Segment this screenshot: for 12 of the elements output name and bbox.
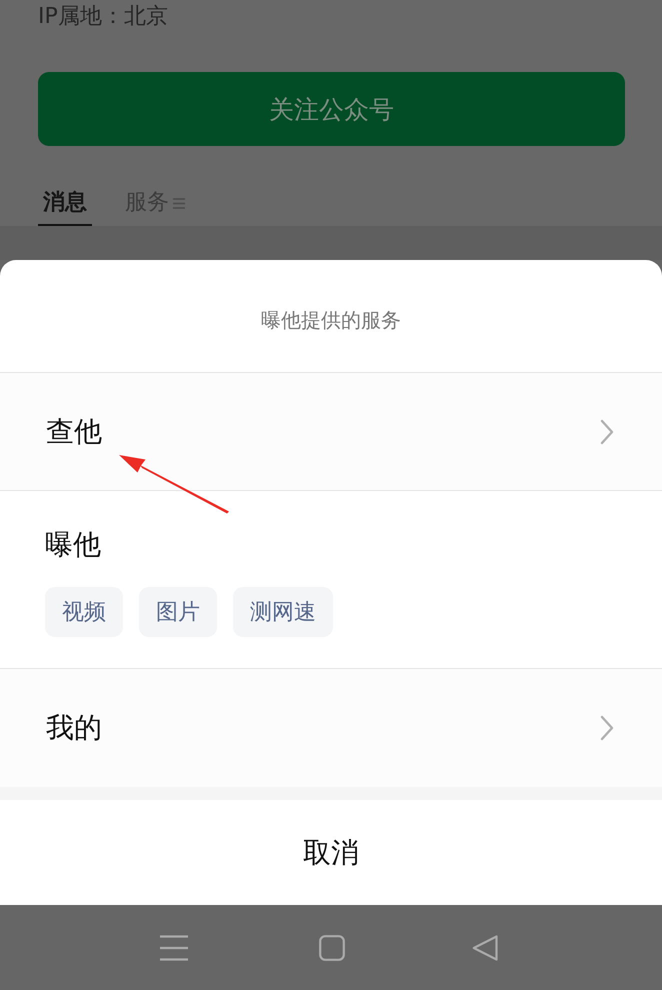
service-chip[interactable]: 视频	[45, 587, 123, 637]
ip-location-text: IP属地：北京	[38, 3, 168, 31]
chevron-right-icon	[600, 418, 614, 444]
service-chip[interactable]: 测网速	[233, 587, 333, 637]
back-icon[interactable]	[472, 934, 498, 960]
sheet-title: 曝他提供的服务	[261, 307, 401, 334]
service-chip[interactable]: 图片	[139, 587, 217, 637]
chevron-right-icon	[600, 715, 614, 741]
home-square-icon[interactable]	[319, 934, 345, 960]
follow-button[interactable]: 关注公众号	[38, 72, 625, 146]
section-title: 曝他	[45, 527, 101, 563]
menu-icon[interactable]	[160, 934, 188, 960]
